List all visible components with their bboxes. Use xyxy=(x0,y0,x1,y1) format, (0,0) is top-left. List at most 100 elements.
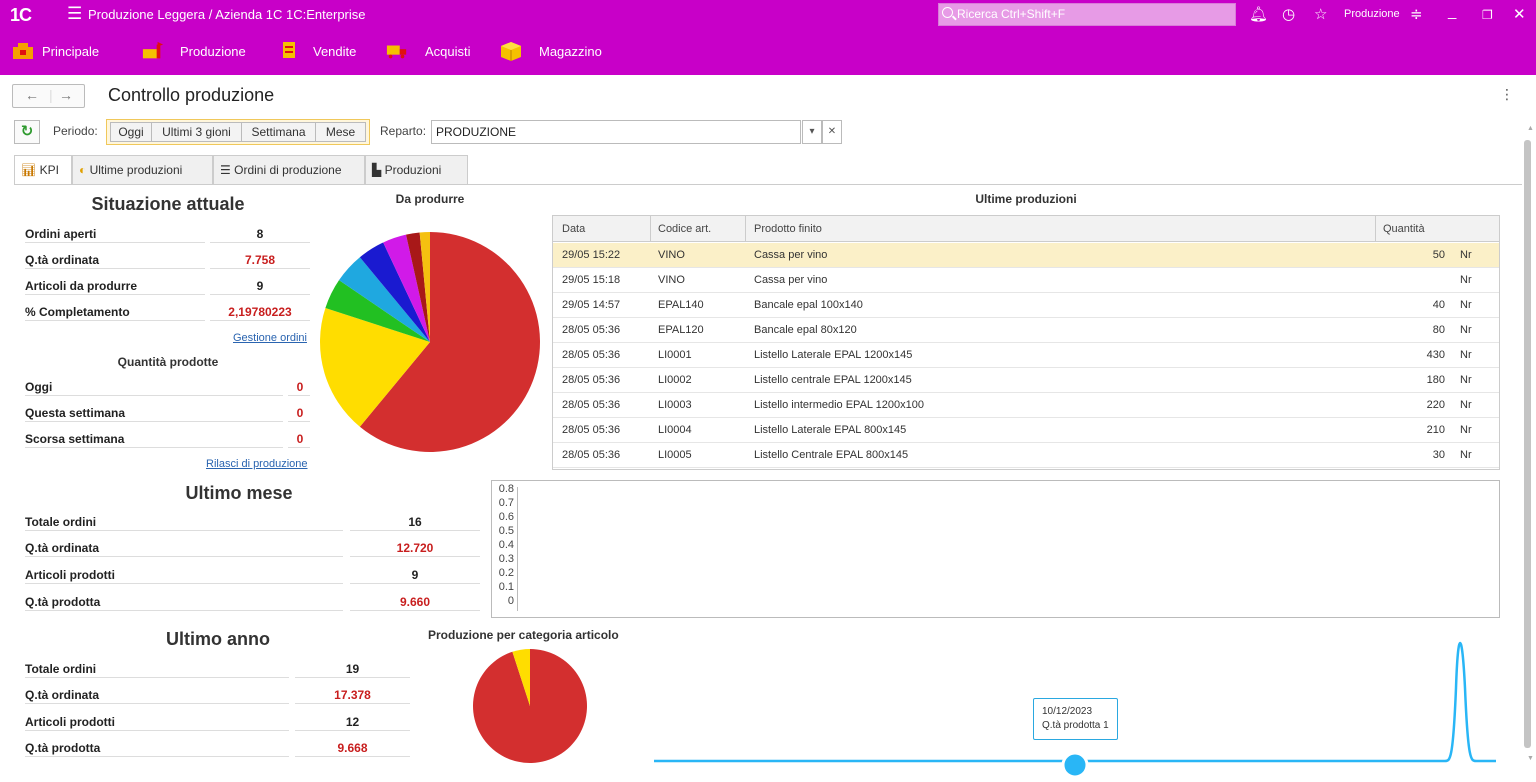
chart-tooltip: 10/12/2023 Q.tà prodotta 1 xyxy=(1033,698,1118,740)
nav-buttons: ← | → xyxy=(12,84,85,108)
cell-data: 29/05 14:57 xyxy=(562,299,621,311)
kpi-label: Totale ordini xyxy=(25,662,97,676)
table-row[interactable]: 29/05 15:22 VINO Cassa per vino 50 Nr xyxy=(553,243,1499,268)
tab-ultime-produzioni[interactable]: ◐ Ultime produzioni xyxy=(72,155,213,184)
kpi-label: Q.tà ordinata xyxy=(25,541,100,555)
period-settimana-button[interactable]: Settimana xyxy=(241,122,316,142)
y-tick-label: 0.1 xyxy=(498,581,514,593)
cell-codice: LI0003 xyxy=(658,399,692,411)
restore-icon[interactable]: ❐ xyxy=(1482,8,1493,22)
cell-prodotto: Cassa per vino xyxy=(754,274,828,286)
kpi-label: % Completamento xyxy=(25,305,130,319)
y-tick-label: 0.8 xyxy=(498,483,514,495)
cell-data: 28/05 05:36 xyxy=(562,324,621,336)
table-row[interactable]: 28/05 05:36 LI0002 Listello centrale EPAL … xyxy=(553,368,1499,393)
minimize-icon[interactable]: _ xyxy=(1448,3,1456,20)
y-tick-label: 0.2 xyxy=(498,567,514,579)
tab-kpi[interactable]: 📊︎ KPI xyxy=(14,155,72,185)
clear-icon[interactable]: ✕ xyxy=(822,120,842,144)
search-input[interactable]: Ricerca Ctrl+Shift+F xyxy=(938,3,1236,26)
kpi-value: 0 xyxy=(296,406,304,420)
star-icon[interactable]: ☆ xyxy=(1314,5,1327,23)
menu-item-magazzino[interactable]: Magazzino xyxy=(539,44,602,59)
more-options-icon[interactable]: ⋮ xyxy=(1500,86,1514,103)
kpi-label: Q.tà ordinata xyxy=(25,253,100,267)
da-produrre-title: Da produrre xyxy=(395,192,465,206)
history-icon[interactable]: ◷ xyxy=(1282,5,1295,23)
kpi-value: 12.720 xyxy=(396,541,434,555)
tooltip-label: Q.tà prodotta 1 xyxy=(1042,720,1109,731)
cell-data: 28/05 05:36 xyxy=(562,399,621,411)
reparto-field[interactable]: PRODUZIONE xyxy=(431,120,801,144)
scroll-down-icon[interactable]: ▼ xyxy=(1527,755,1534,762)
kpi-value: 8 xyxy=(256,227,264,241)
tab-produzioni[interactable]: ▙ Produzioni xyxy=(365,155,468,184)
close-icon[interactable]: ✕ xyxy=(1513,5,1526,23)
column-header-data[interactable]: Data xyxy=(562,223,585,235)
chart-icon: 📊︎ xyxy=(21,163,37,177)
table-row[interactable]: 28/05 05:36 LI0005 Listello Centrale EPAL … xyxy=(553,443,1499,468)
period-mese-button[interactable]: Mese xyxy=(315,122,366,142)
dropdown-icon[interactable]: ▾ xyxy=(802,120,822,144)
table-row[interactable]: 28/05 05:36 LI0003 Listello intermedio EPA… xyxy=(553,393,1499,418)
sales-icon xyxy=(283,42,295,58)
cell-codice: LI0005 xyxy=(658,449,692,461)
menu-item-principale[interactable]: Principale xyxy=(42,44,99,59)
user-name[interactable]: Produzione xyxy=(1344,8,1400,20)
column-header-codice[interactable]: Codice art. xyxy=(658,223,711,235)
kpi-label: Totale ordini xyxy=(25,515,97,529)
cell-codice: LI0001 xyxy=(658,349,692,361)
y-tick-label: 0.7 xyxy=(498,497,514,509)
cell-unita: Nr xyxy=(1460,449,1472,461)
reparto-label: Reparto: xyxy=(380,124,427,138)
app-logo[interactable]: 1С xyxy=(10,5,32,26)
tooltip-date: 10/12/2023 xyxy=(1042,706,1093,717)
kpi-value: 9 xyxy=(411,568,419,582)
table-row[interactable]: 28/05 05:36 LI0001 Listello Laterale EPAL … xyxy=(553,343,1499,368)
forward-arrow-icon[interactable]: → xyxy=(59,87,73,103)
ultime-produzioni-table: Data Codice art. Prodotto finito Quantit… xyxy=(552,215,1500,470)
main-menu-icon[interactable]: ☰ xyxy=(67,4,82,24)
cell-prodotto: Bancale epal 100x140 xyxy=(754,299,863,311)
rilasci-produzione-link[interactable]: Rilasci di produzione xyxy=(206,458,308,470)
menu-item-produzione[interactable]: Produzione xyxy=(180,44,246,59)
period-oggi-button[interactable]: Oggi xyxy=(110,122,152,142)
kpi-label: Articoli da produrre xyxy=(25,279,138,293)
cell-prodotto: Listello centrale EPAL 1200x145 xyxy=(754,374,912,386)
menu-item-acquisti[interactable]: Acquisti xyxy=(425,44,471,59)
refresh-button[interactable]: ↻ xyxy=(14,120,40,144)
column-header-quantita[interactable]: Quantità xyxy=(1383,223,1425,235)
back-arrow-icon[interactable]: ← xyxy=(25,87,39,103)
column-header-prodotto[interactable]: Prodotto finito xyxy=(754,223,822,235)
cell-quantita: 220 xyxy=(1426,399,1445,411)
menu-item-vendite[interactable]: Vendite xyxy=(313,44,356,59)
kpi-value: 0 xyxy=(296,432,304,446)
list-icon: ☰ xyxy=(220,163,231,177)
cell-data: 29/05 15:22 xyxy=(562,249,621,261)
period-3-giorni-button[interactable]: Ultimi 3 gioni xyxy=(151,122,242,142)
gestione-ordini-link[interactable]: Gestione ordini xyxy=(233,332,307,344)
cell-codice: EPAL120 xyxy=(658,324,704,336)
vertical-scrollbar[interactable] xyxy=(1524,140,1531,748)
empty-line-chart: 0.8 0.7 0.6 0.5 0.4 0.3 0.2 0.1 0 xyxy=(491,480,1500,618)
app-title: Produzione Leggera / Azienda 1C 1C:Enter… xyxy=(88,7,366,22)
filter-icon[interactable]: ≑ xyxy=(1410,5,1423,23)
ultimo-anno-title: Ultimo anno xyxy=(166,629,270,649)
tab-ordini-produzione[interactable]: ☰ Ordini di produzione xyxy=(213,155,365,184)
bell-icon[interactable]: 🔔︎ xyxy=(1249,5,1268,23)
table-row[interactable]: 29/05 14:57 EPAL140 Bancale epal 100x140 40… xyxy=(553,293,1499,318)
table-row[interactable]: 28/05 05:36 EPAL120 Bancale epal 80x120 80 N… xyxy=(553,318,1499,343)
scroll-up-icon[interactable]: ▲ xyxy=(1527,125,1534,132)
table-row[interactable]: 29/05 15:18 VINO Cassa per vino Nr xyxy=(553,268,1499,293)
cell-unita: Nr xyxy=(1460,374,1472,386)
cell-quantita: 30 xyxy=(1432,449,1445,461)
cell-unita: Nr xyxy=(1460,324,1472,336)
kpi-value: 2,19780223 xyxy=(228,305,292,319)
situazione-title: Situazione attuale xyxy=(91,194,245,214)
search-placeholder: Ricerca Ctrl+Shift+F xyxy=(957,7,1066,21)
page-title: Controllo produzione xyxy=(108,85,275,105)
table-row[interactable]: 28/05 05:36 LI0004 Listello Laterale EPAL … xyxy=(553,418,1499,443)
refresh-icon: ↻ xyxy=(20,123,34,140)
kpi-label: Q.tà prodotta xyxy=(25,741,101,755)
warehouse-box-icon xyxy=(501,42,521,61)
